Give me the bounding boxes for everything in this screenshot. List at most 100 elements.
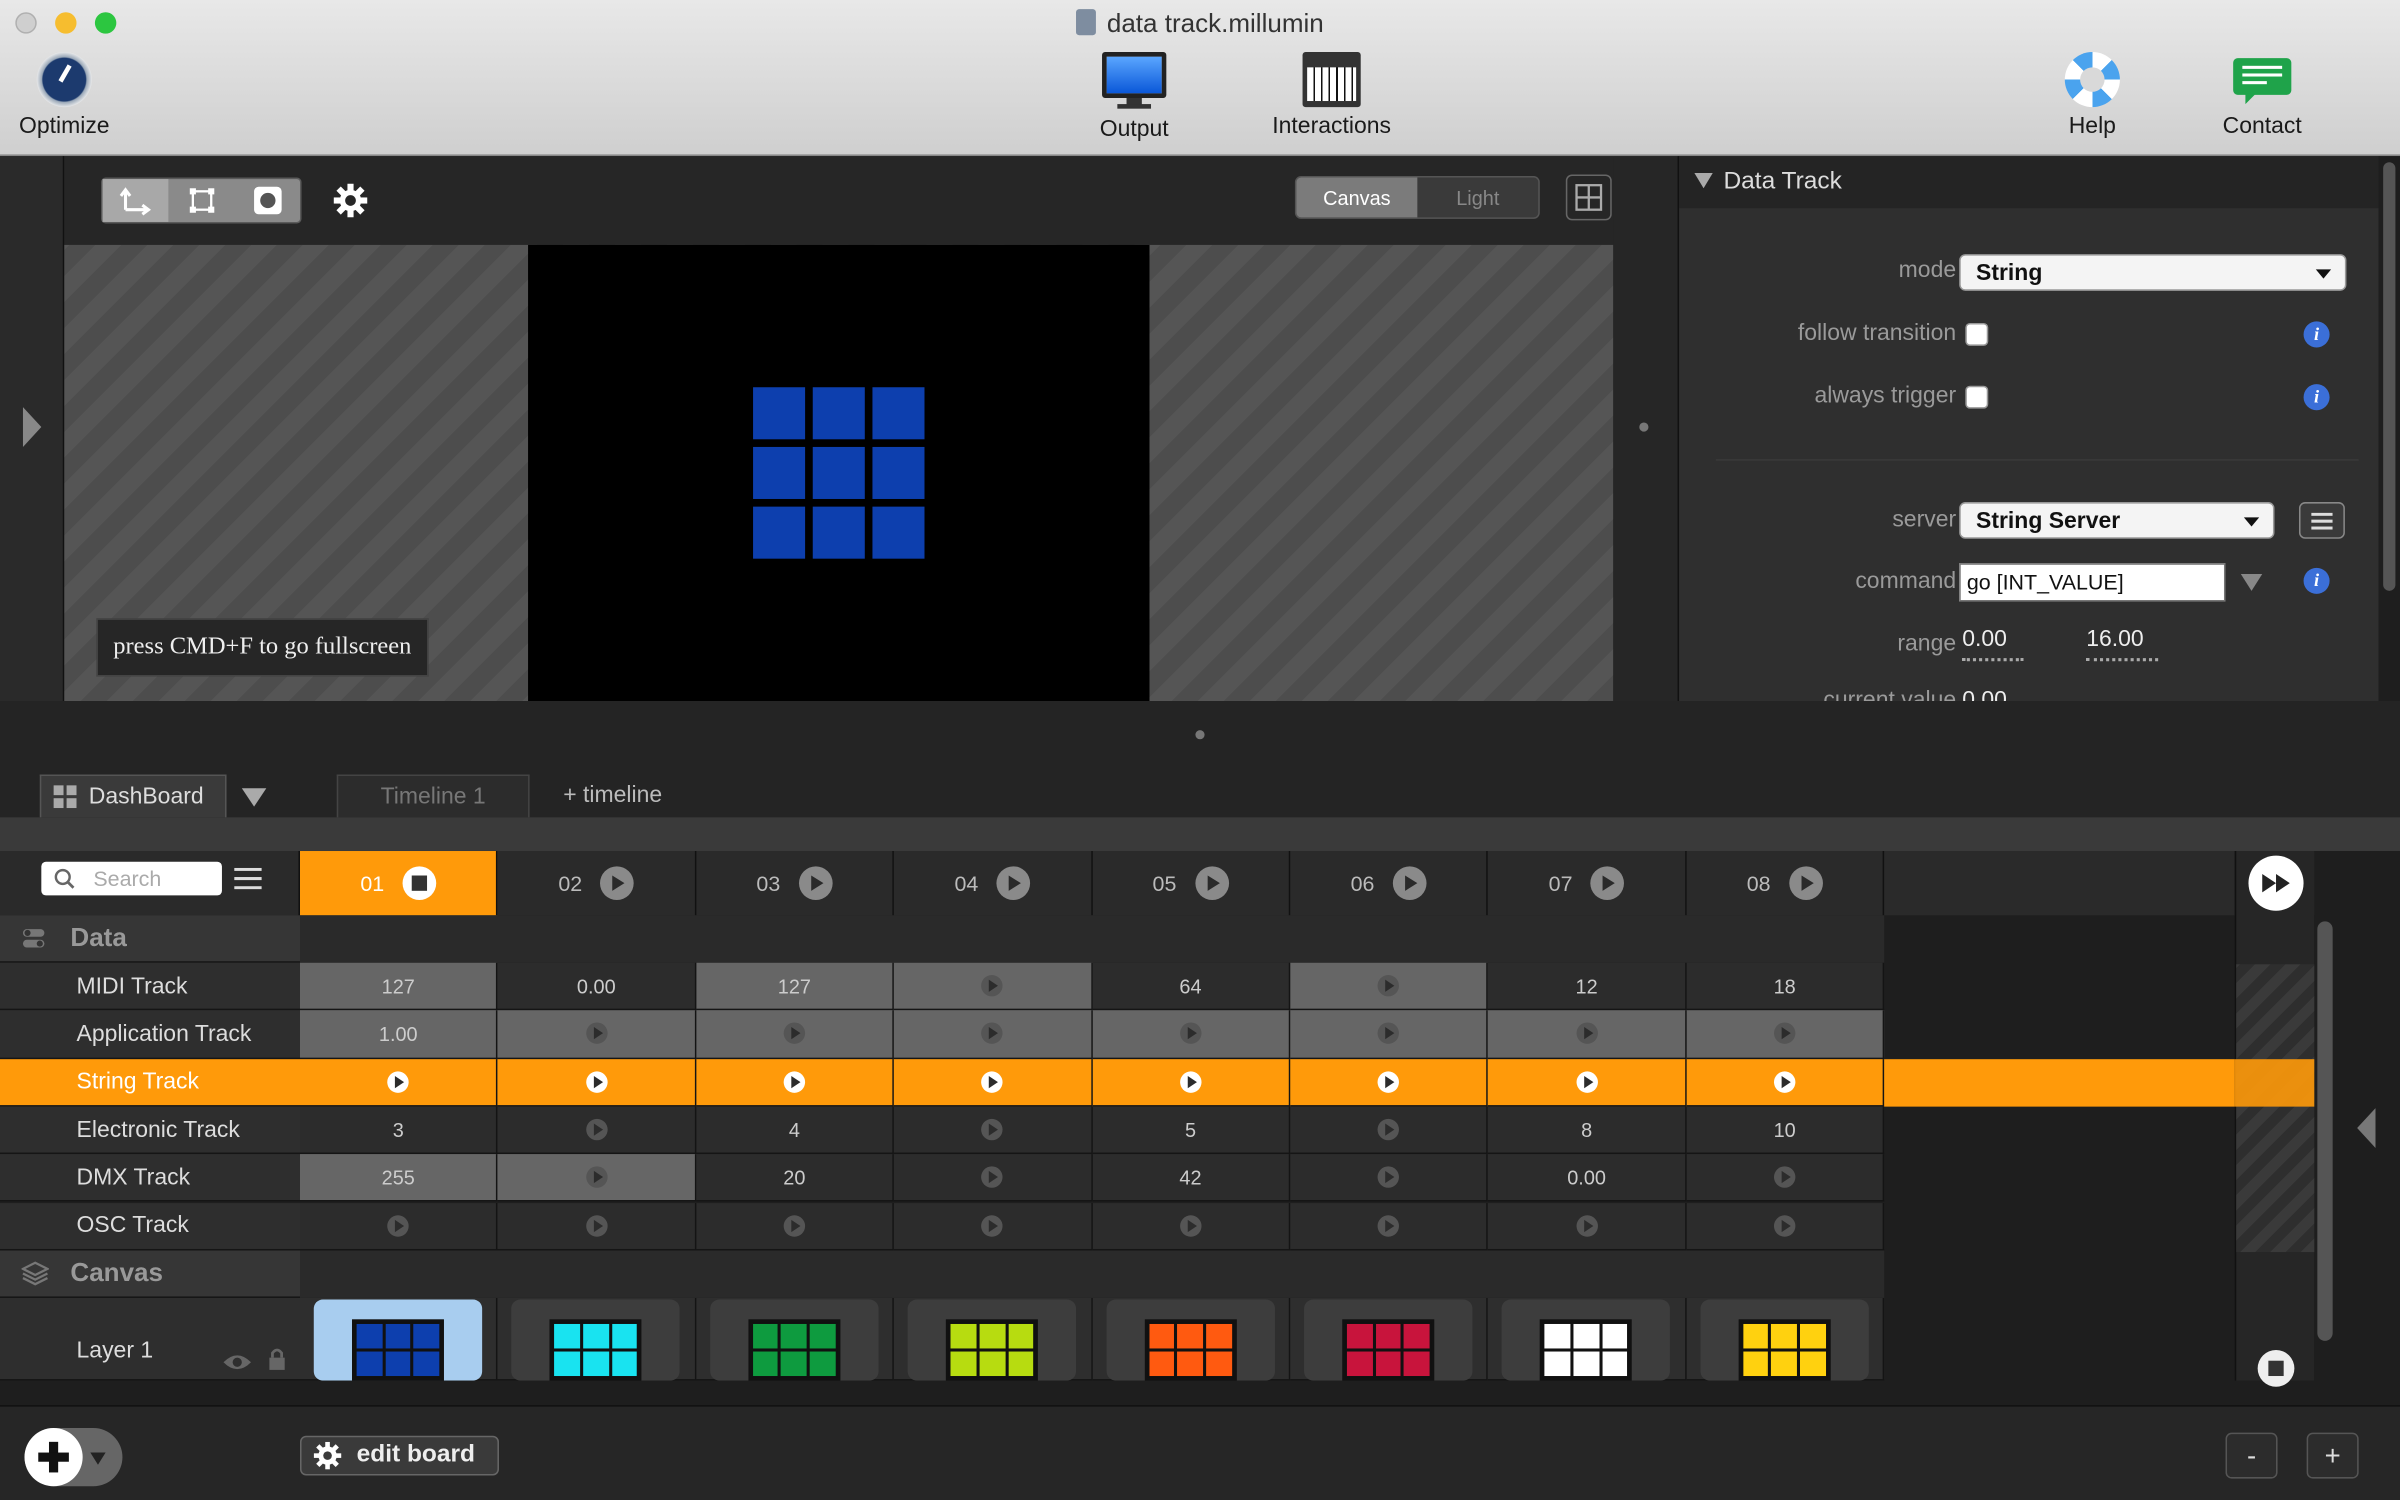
track-cell[interactable] xyxy=(696,1202,895,1251)
media-thumbnail[interactable] xyxy=(907,1299,1077,1381)
always-trigger-checkbox[interactable] xyxy=(1965,385,1989,409)
track-cell[interactable] xyxy=(894,1010,1093,1059)
collapse-triangle-icon[interactable] xyxy=(1694,172,1713,189)
track-cell[interactable]: 127 xyxy=(696,962,895,1011)
mode-select[interactable]: String xyxy=(1959,254,2347,291)
stop-all-button[interactable] xyxy=(2257,1349,2295,1387)
move-tool-button[interactable] xyxy=(102,179,169,222)
track-cell[interactable]: 10 xyxy=(1686,1106,1885,1155)
track-cell[interactable] xyxy=(498,1058,697,1107)
column-header[interactable]: 05 xyxy=(1092,851,1291,916)
track-cell[interactable] xyxy=(498,1154,697,1203)
group-row-data[interactable]: Data xyxy=(0,915,300,963)
preview-settings-gear-icon[interactable] xyxy=(333,183,368,218)
column-play-button[interactable] xyxy=(996,866,1031,900)
inspector-scrollbar[interactable] xyxy=(2378,156,2400,702)
tab-timeline-1[interactable]: Timeline 1 xyxy=(336,774,530,818)
media-cell[interactable] xyxy=(1290,1297,1489,1381)
output-button[interactable]: Output xyxy=(1081,52,1188,142)
track-cell[interactable] xyxy=(1092,1058,1291,1107)
track-row-label[interactable]: OSC Track xyxy=(0,1202,300,1251)
column-header[interactable]: 08 xyxy=(1686,851,1885,916)
track-cell[interactable] xyxy=(894,1202,1093,1251)
track-row-label[interactable]: Application Track xyxy=(0,1010,300,1059)
media-thumbnail[interactable] xyxy=(1304,1299,1473,1381)
track-row-label[interactable]: String Track xyxy=(0,1058,300,1107)
edit-board-button[interactable]: edit board xyxy=(299,1435,499,1476)
search-field[interactable]: Search xyxy=(41,861,222,896)
track-cell[interactable] xyxy=(1686,1058,1885,1107)
track-cell[interactable]: 5 xyxy=(1092,1106,1291,1155)
scrollbar-thumb[interactable] xyxy=(2383,162,2396,591)
track-cell[interactable]: 255 xyxy=(299,1154,499,1203)
canvas-mode-button[interactable]: Canvas xyxy=(1296,177,1418,218)
board-menu-icon[interactable] xyxy=(234,867,262,890)
media-thumbnail[interactable] xyxy=(1106,1299,1275,1381)
track-cell[interactable] xyxy=(696,1010,895,1059)
track-cell[interactable]: 1.00 xyxy=(299,1010,499,1059)
column-play-button[interactable] xyxy=(798,866,833,900)
track-cell[interactable] xyxy=(1290,1154,1489,1203)
optimize-button[interactable]: Optimize xyxy=(12,52,116,139)
column-play-button[interactable] xyxy=(1590,866,1625,900)
track-cell[interactable] xyxy=(1092,1010,1291,1059)
track-cell[interactable] xyxy=(894,1154,1093,1203)
transform-tool-button[interactable] xyxy=(168,179,234,222)
column-play-button[interactable] xyxy=(1392,866,1427,900)
track-cell[interactable]: 12 xyxy=(1488,962,1687,1011)
track-cell[interactable] xyxy=(1488,1010,1687,1059)
canvas-preview[interactable]: press CMD+F to go fullscreen xyxy=(64,244,1614,702)
tab-dashboard[interactable]: DashBoard xyxy=(39,774,227,818)
add-timeline-button[interactable]: + timeline xyxy=(563,782,662,808)
media-cell[interactable] xyxy=(894,1297,1093,1381)
zoom-out-button[interactable]: - xyxy=(2225,1432,2278,1479)
group-row-canvas[interactable]: Canvas xyxy=(0,1250,300,1298)
server-select[interactable]: String Server xyxy=(1959,502,2275,539)
command-dropdown-arrow-icon[interactable] xyxy=(2240,573,2263,591)
expand-right-panel-icon[interactable] xyxy=(2357,1108,2376,1148)
track-cell[interactable] xyxy=(1686,1154,1885,1203)
board-scrollbar[interactable] xyxy=(2314,915,2336,1381)
info-icon[interactable]: i xyxy=(2303,321,2330,348)
column-header[interactable]: 03 xyxy=(696,851,895,916)
info-icon[interactable]: i xyxy=(2303,567,2330,594)
layer-row[interactable]: Layer 1 xyxy=(0,1297,300,1381)
track-row-label[interactable]: Electronic Track xyxy=(0,1106,300,1155)
range-max-field[interactable]: 16.00 xyxy=(2086,626,2159,662)
track-cell[interactable] xyxy=(894,1106,1093,1155)
media-cell[interactable] xyxy=(696,1297,895,1381)
expand-left-panel-icon[interactable] xyxy=(22,407,42,447)
track-cell[interactable] xyxy=(1488,1058,1687,1107)
splitter-handle-dot[interactable] xyxy=(1639,422,1649,432)
media-thumbnail[interactable] xyxy=(511,1299,681,1381)
command-input[interactable]: go [INT_VALUE] xyxy=(1959,563,2226,602)
column-header[interactable]: 02 xyxy=(498,851,697,916)
board-scrollbar-thumb[interactable] xyxy=(2317,921,2333,1341)
interactions-button[interactable]: Interactions xyxy=(1264,52,1399,139)
track-cell[interactable] xyxy=(1290,962,1489,1011)
column-header[interactable]: 04 xyxy=(894,851,1093,916)
track-cell[interactable] xyxy=(1290,1010,1489,1059)
track-cell[interactable]: 3 xyxy=(299,1106,499,1155)
splitter[interactable] xyxy=(1613,156,1678,702)
server-menu-button[interactable] xyxy=(2298,502,2345,539)
track-cell[interactable] xyxy=(1290,1058,1489,1107)
inspector-header[interactable]: Data Track xyxy=(1679,156,2381,209)
track-cell[interactable]: 42 xyxy=(1092,1154,1291,1203)
track-cell[interactable] xyxy=(1092,1202,1291,1251)
next-column-button[interactable] xyxy=(2248,855,2304,911)
mask-tool-button[interactable] xyxy=(234,179,300,222)
track-cell[interactable]: 4 xyxy=(696,1106,895,1155)
media-thumbnail[interactable] xyxy=(1700,1299,1869,1381)
track-cell[interactable] xyxy=(498,1010,697,1059)
column-header[interactable]: 06 xyxy=(1290,851,1489,916)
lock-icon[interactable] xyxy=(268,1347,286,1371)
grid-layout-button[interactable] xyxy=(1565,174,1612,221)
track-cell[interactable]: 18 xyxy=(1686,962,1885,1011)
follow-transition-checkbox[interactable] xyxy=(1965,322,1989,346)
media-cell[interactable] xyxy=(1686,1297,1885,1381)
column-play-button[interactable] xyxy=(600,866,635,900)
track-cell[interactable] xyxy=(894,1058,1093,1107)
track-cell[interactable] xyxy=(498,1106,697,1155)
light-mode-button[interactable]: Light xyxy=(1417,178,1538,218)
